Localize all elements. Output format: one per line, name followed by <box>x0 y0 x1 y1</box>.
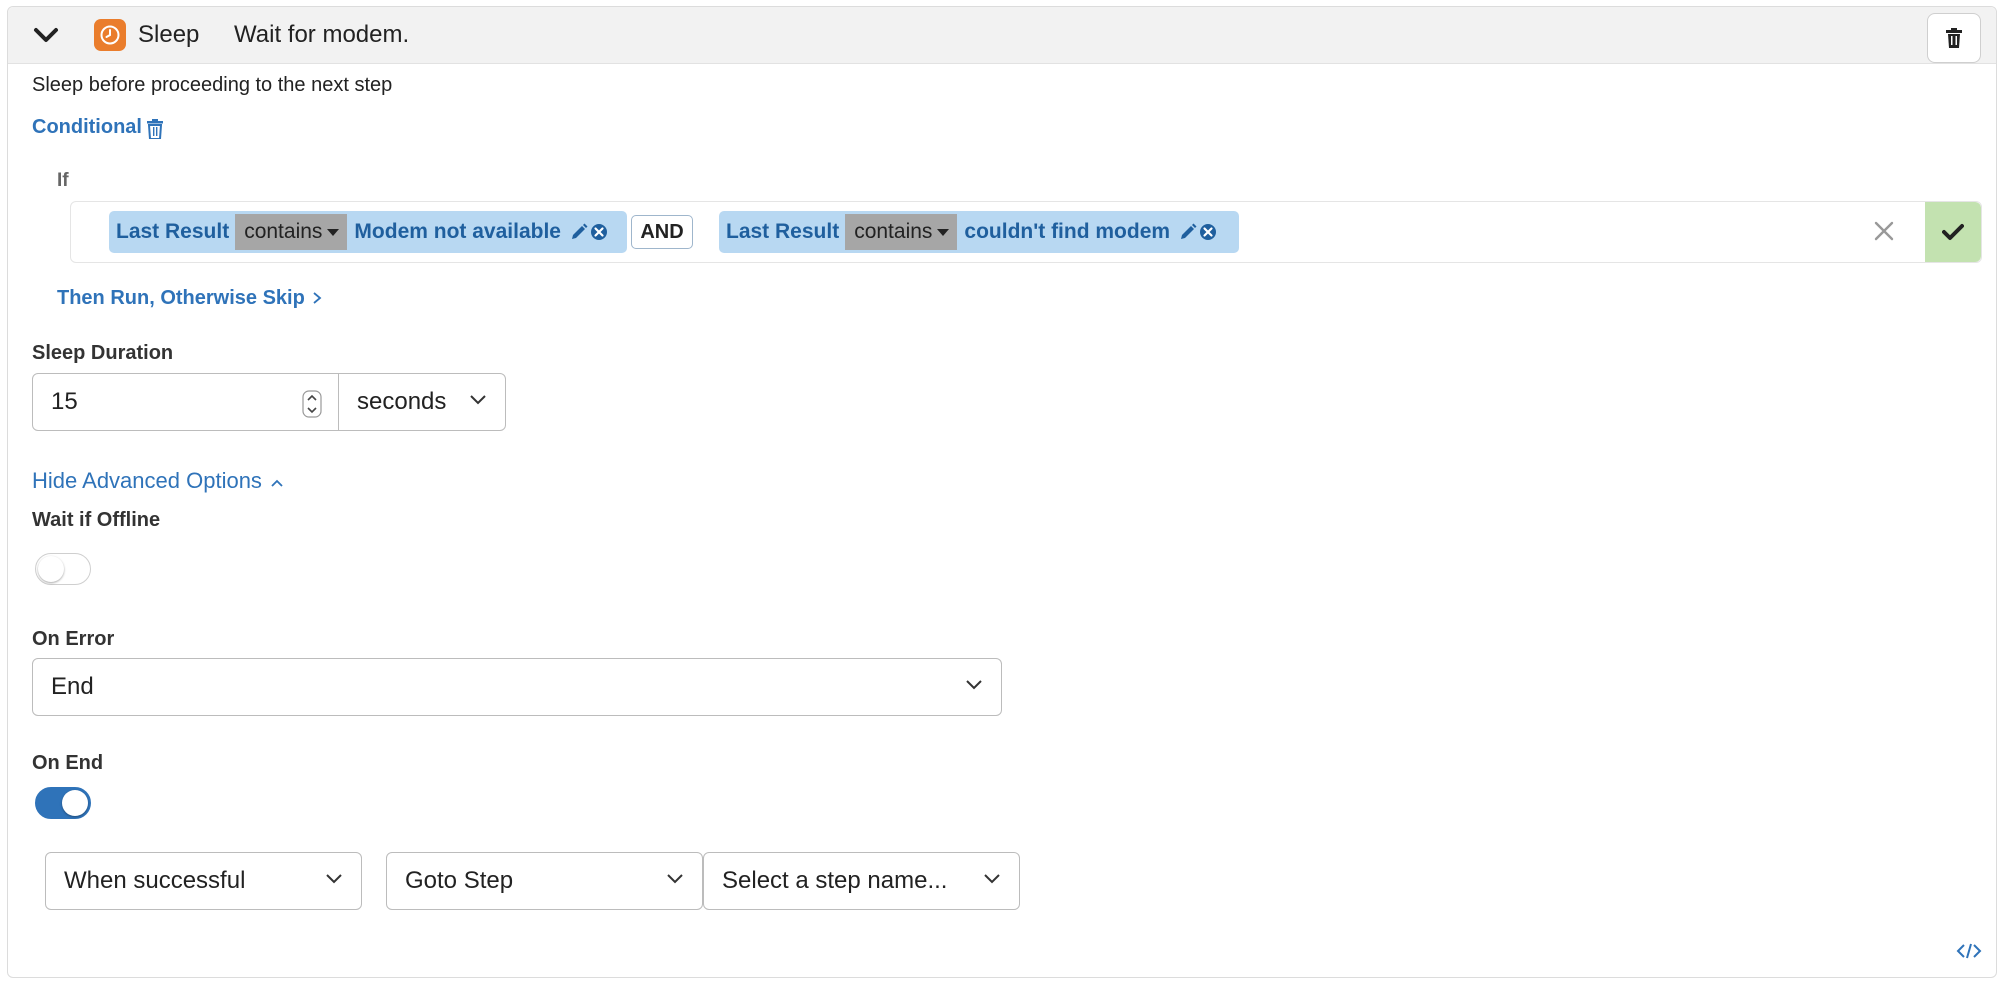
condition-chip: Last Result contains Modem not available <box>109 211 627 253</box>
step-name-label[interactable]: Wait for modem. <box>234 21 409 49</box>
if-label: If <box>57 170 69 191</box>
caret-down-icon <box>327 228 340 236</box>
step-description: Sleep before proceeding to the next step <box>32 74 393 96</box>
sleep-duration-input[interactable]: 15 <box>32 373 339 431</box>
chevron-down-icon <box>667 874 683 884</box>
code-icon[interactable] <box>1956 941 1982 961</box>
operator-select[interactable]: contains <box>845 214 958 250</box>
pencil-icon[interactable] <box>1178 222 1198 242</box>
on-end-label: On End <box>32 752 104 774</box>
condition-value[interactable]: couldn't find modem <box>957 220 1178 244</box>
trash-icon[interactable] <box>146 119 164 139</box>
apply-condition-button[interactable] <box>1925 202 1981 262</box>
duration-unit-select[interactable]: seconds <box>338 373 506 431</box>
on-error-select[interactable]: End <box>32 658 1002 716</box>
step-card: Sleep Wait for modem. Sleep before proce… <box>7 6 1997 978</box>
and-operator-button[interactable]: AND <box>631 215 693 249</box>
condition-value[interactable]: Modem not available <box>347 220 569 244</box>
close-icon[interactable] <box>1871 218 1897 244</box>
hide-advanced-options-link[interactable]: Hide Advanced Options <box>32 468 284 494</box>
delete-step-button[interactable] <box>1927 13 1981 63</box>
sleep-duration-value: 15 <box>51 388 78 415</box>
then-run-link[interactable]: Then Run, Otherwise Skip <box>57 287 322 310</box>
step-header: Sleep Wait for modem. <box>8 7 1996 64</box>
condition-builder: Last Result contains Modem not available… <box>70 201 1982 263</box>
on-error-value: End <box>51 673 94 700</box>
remove-circle-icon[interactable] <box>589 222 609 242</box>
chevron-down-icon <box>326 874 342 884</box>
toggle-knob <box>62 790 88 816</box>
operator-label: contains <box>854 220 933 243</box>
on-error-label: On Error <box>32 628 115 650</box>
operator-label: contains <box>244 220 323 243</box>
trash-icon <box>1946 28 1962 48</box>
chevron-up-icon <box>271 479 283 487</box>
chevron-down-icon[interactable] <box>32 24 60 46</box>
condition-field[interactable]: Last Result <box>109 220 235 244</box>
target-step-select[interactable]: Select a step name... <box>703 852 1020 910</box>
caret-down-icon <box>937 228 950 236</box>
toggle-knob <box>38 556 64 582</box>
wait-if-offline-label: Wait if Offline <box>32 509 161 531</box>
chevron-down-icon <box>984 874 1000 884</box>
clock-icon <box>94 19 126 51</box>
stepper-icon[interactable] <box>302 390 322 418</box>
operator-select[interactable]: contains <box>235 214 348 250</box>
checkmark-icon <box>1942 224 1964 240</box>
then-run-label: Then Run, Otherwise Skip <box>57 287 305 309</box>
on-end-condition-select[interactable]: When successful <box>45 852 362 910</box>
duration-unit-value: seconds <box>357 388 447 415</box>
wait-if-offline-toggle[interactable] <box>35 553 91 585</box>
chevron-down-icon <box>470 395 486 405</box>
on-end-action-value: Goto Step <box>405 867 514 894</box>
on-end-action-select[interactable]: Goto Step <box>386 852 703 910</box>
step-type-label: Sleep <box>138 21 200 48</box>
remove-circle-icon[interactable] <box>1198 222 1218 242</box>
hide-advanced-label: Hide Advanced Options <box>32 468 262 493</box>
on-end-toggle[interactable] <box>35 787 91 819</box>
conditional-link[interactable]: Conditional <box>32 116 142 139</box>
chevron-down-icon <box>966 680 982 690</box>
sleep-duration-label: Sleep Duration <box>32 342 174 364</box>
condition-chip: Last Result contains couldn't find modem <box>719 211 1239 253</box>
chevron-right-icon <box>313 292 322 304</box>
on-end-condition-value: When successful <box>64 867 246 894</box>
condition-field[interactable]: Last Result <box>719 220 845 244</box>
pencil-icon[interactable] <box>569 222 589 242</box>
target-step-placeholder: Select a step name... <box>722 867 948 894</box>
